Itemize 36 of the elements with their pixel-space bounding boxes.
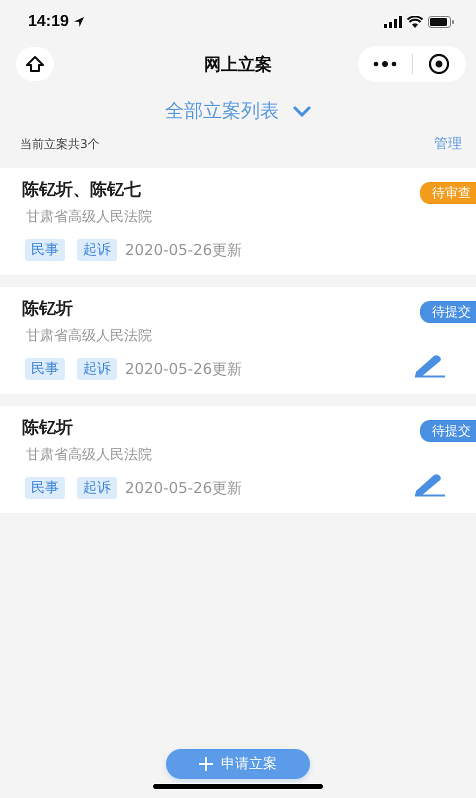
status-badge: 待提交 (420, 301, 476, 323)
party-names: 陈钇圻 (22, 298, 74, 321)
case-card[interactable]: 陈钇圻、陈钇七 甘肃省高级人民法院 民事 起诉 2020-05-26更新 待审查 (0, 168, 476, 275)
chevron-down-icon (293, 106, 311, 116)
court-name: 甘肃省高级人民法院 (25, 327, 153, 346)
home-icon (25, 55, 45, 73)
battery-icon (428, 16, 454, 28)
party-names: 陈钇圻 (22, 417, 74, 440)
page-title: 网上立案 (204, 54, 272, 76)
plus-icon (199, 757, 213, 771)
case-tag: 起诉 (77, 239, 117, 261)
case-tag: 起诉 (77, 477, 117, 499)
court-name: 甘肃省高级人民法院 (25, 208, 153, 227)
wifi-icon (407, 16, 423, 28)
pencil-icon[interactable] (412, 471, 446, 497)
case-tag: 起诉 (77, 358, 117, 380)
party-names: 陈钇圻、陈钇七 (22, 179, 142, 202)
update-date: 2020-05-26更新 (125, 360, 242, 378)
case-card[interactable]: 陈钇圻 甘肃省高级人民法院 民事 起诉 2020-05-26更新 待提交 (0, 287, 476, 394)
more-icon (372, 60, 397, 68)
case-card[interactable]: 陈钇圻 甘肃省高级人民法院 民事 起诉 2020-05-26更新 待提交 (0, 406, 476, 513)
update-date: 2020-05-26更新 (125, 478, 242, 498)
case-tag: 民事 (25, 239, 65, 261)
case-count: 当前立案共3个 (20, 136, 100, 152)
case-tag: 民事 (25, 358, 65, 380)
target-icon (428, 53, 450, 75)
case-tag: 民事 (25, 477, 65, 499)
status-badge: 待提交 (420, 420, 476, 442)
court-name: 甘肃省高级人民法院 (25, 446, 153, 465)
location-arrow-icon (72, 16, 85, 28)
status-badge: 待审查 (420, 182, 476, 204)
clock-time: 14:19 (28, 13, 69, 31)
update-date: 2020-05-26更新 (125, 240, 242, 260)
signal-icon (384, 16, 402, 28)
pencil-icon[interactable] (412, 352, 446, 378)
home-button[interactable] (16, 47, 54, 81)
